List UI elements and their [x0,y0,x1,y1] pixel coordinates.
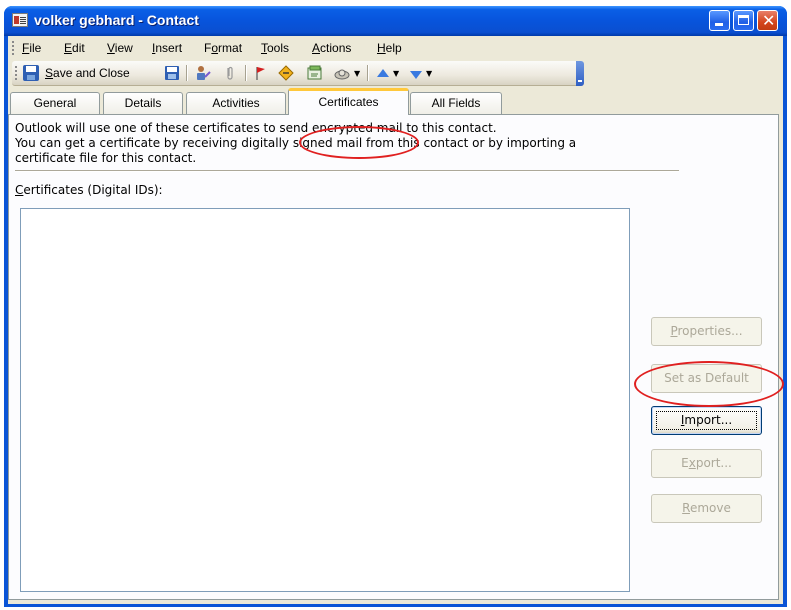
menu-tools-rest: ools [267,41,290,55]
next-item-icon [410,71,422,79]
description-line-2: You can get a certificate by receiving d… [15,136,577,150]
remove-button[interactable]: Remove [651,494,762,523]
toolbar-options-button[interactable] [576,61,584,86]
tab-certificates[interactable]: Certificates [288,88,409,115]
dial-icon [334,69,350,80]
tab-activities[interactable]: Activities [186,92,286,114]
save-and-close-button[interactable]: Save and Close [21,64,156,83]
properties-button[interactable]: Properties... [651,317,762,346]
dial-dropdown-icon: ▼ [354,69,361,78]
menu-insert-rest: nsert [155,41,183,55]
export-label: Export... [681,456,732,470]
description-line-3: certificate file for this contact. [15,151,197,165]
window-title: volker gebhard - Contact [34,12,199,28]
standard-toolbar: Save and Close ▼ ▼ ▼ [12,61,584,86]
menu-bar-grip[interactable] [12,41,14,55]
activity-icon [278,65,294,81]
new-contact-button[interactable] [192,64,214,83]
save-contact-button[interactable] [162,64,182,83]
attach-icon [227,66,233,80]
tab-general[interactable]: General [10,92,100,114]
contact-card-icon[interactable] [12,13,28,27]
window-client-area: File Edit View Insert Format Tools Actio… [8,36,783,604]
save-icon [23,65,39,81]
remove-label: Remove [682,501,731,515]
maximize-button[interactable] [733,10,754,31]
menu-view-key: V [107,41,115,55]
previous-item-button[interactable]: ▼ [374,64,400,83]
close-button[interactable]: ✕ [757,10,778,31]
menu-actions-rest: ctions [320,41,352,55]
export-button[interactable]: Export... [651,449,762,478]
toolbar-grip[interactable] [15,66,17,80]
attach-button[interactable] [222,64,238,83]
menu-bar: File Edit View Insert Format Tools Actio… [8,36,783,60]
menu-edit[interactable]: Edit [64,41,85,55]
close-icon: ✕ [762,11,776,30]
activity-button[interactable] [276,64,298,83]
toolbar-separator [245,65,247,81]
toolbar-separator [367,65,369,81]
menu-actions-key: A [312,41,321,55]
follow-up-flag-button[interactable] [252,64,270,83]
title-bar[interactable]: volker gebhard - Contact ✕ [4,6,787,36]
menu-file[interactable]: File [22,41,41,55]
properties-label: Properties... [670,324,743,338]
certificates-list[interactable] [20,208,630,592]
menu-actions[interactable]: Actions [312,41,351,55]
set-as-default-button[interactable]: Set as Default [651,364,762,393]
menu-help-key: H [377,41,386,55]
card-view-button[interactable] [305,64,327,83]
menu-view-rest: iew [114,41,133,55]
minimize-button[interactable] [709,10,730,31]
tab-strip: General Details Activities Certificates … [8,86,783,115]
certificates-list-label: Certificates (Digital IDs): [15,183,163,197]
tab-details[interactable]: Details [103,92,183,114]
next-dropdown-icon: ▼ [426,69,433,78]
menu-edit-rest: dit [72,41,85,55]
import-button[interactable]: Import... [651,406,762,435]
menu-format-rest: rmat [218,41,243,55]
save-and-close-label: Save and Close [45,66,130,80]
menu-tools[interactable]: Tools [261,41,289,55]
menu-edit-key: E [64,41,73,55]
separator-line [15,170,679,172]
focus-rect [656,411,757,430]
certificates-panel: Outlook will use one of these certificat… [8,114,779,600]
next-item-button[interactable]: ▼ [407,64,433,83]
certificates-description: Outlook will use one of these certificat… [15,121,685,166]
toolbar-separator [186,65,188,81]
menu-file-rest: ile [29,41,42,55]
flag-icon [256,67,265,80]
previous-item-icon [377,69,389,77]
description-line-1: Outlook will use one of these certificat… [15,121,497,135]
card-icon [307,65,322,80]
contact-window: volker gebhard - Contact ✕ File Edit Vie… [4,6,787,607]
menu-insert[interactable]: Insert [152,41,182,55]
menu-help-rest: elp [385,41,402,55]
menu-format[interactable]: Format [204,41,242,55]
tab-all-fields[interactable]: All Fields [410,92,502,114]
minimize-icon [715,23,723,26]
dial-button[interactable]: ▼ [332,64,362,83]
new-contact-icon [197,66,211,80]
menu-help[interactable]: Help [377,41,402,55]
previous-dropdown-icon: ▼ [393,69,400,78]
menu-view[interactable]: View [107,41,133,55]
maximize-icon [738,15,749,25]
save-contact-icon [165,66,179,80]
